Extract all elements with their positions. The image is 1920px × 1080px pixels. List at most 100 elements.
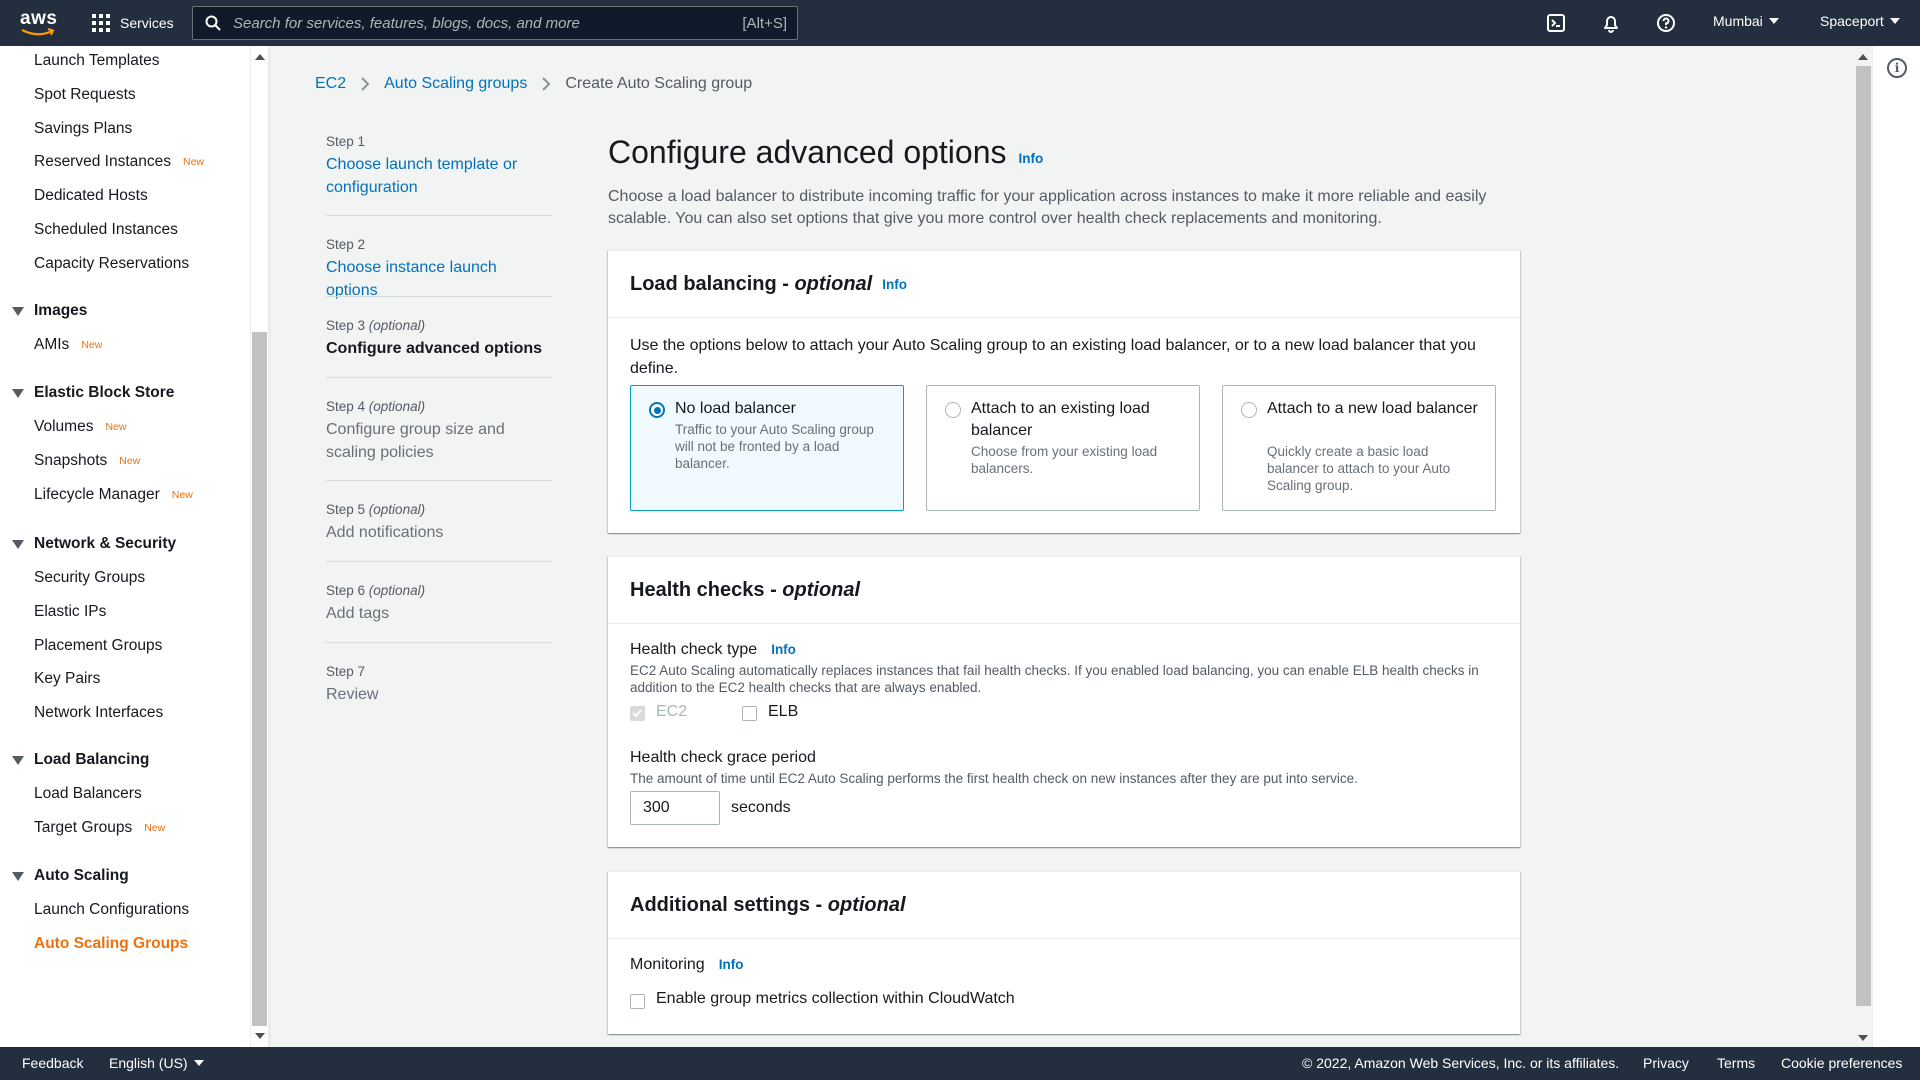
step-title[interactable]: Choose launch template or configuration (326, 153, 552, 199)
sidebar-section-ebs[interactable]: Elastic Block Store (12, 384, 174, 402)
sidebar-item-lifecycle-manager[interactable]: Lifecycle Manager New (34, 486, 193, 504)
grace-period-input[interactable]: 300 (630, 791, 720, 825)
sidebar-item-label: Placement Groups (34, 637, 163, 654)
cloudshell-icon[interactable] (1545, 12, 1567, 34)
breadcrumb-ec2[interactable]: EC2 (315, 75, 346, 93)
scrollbar-thumb[interactable] (1856, 66, 1871, 1006)
sidebar-item-launch-configurations[interactable]: Launch Configurations (34, 901, 189, 919)
sidebar-item-label: AMIs (34, 336, 70, 353)
scroll-up-arrow-icon[interactable] (255, 54, 265, 60)
language-label: English (US) (109, 1055, 188, 1071)
step-title: Configure advanced options (326, 340, 543, 357)
privacy-link[interactable]: Privacy (1643, 1055, 1689, 1071)
panel-title: Load balancing - optional (630, 272, 873, 295)
wizard-step-3: Step 3 (optional) Configure advanced opt… (326, 318, 552, 360)
sidebar-item-security-groups[interactable]: Security Groups (34, 569, 145, 587)
elb-checkbox[interactable] (742, 706, 757, 721)
wizard-step-4: Step 4 (optional) Configure group size a… (326, 399, 552, 464)
sidebar-item-scheduled-instances[interactable]: Scheduled Instances (34, 221, 178, 239)
sidebar-item-label: Spot Requests (34, 86, 136, 103)
feedback-link[interactable]: Feedback (22, 1055, 83, 1071)
radio-button-selected[interactable] (649, 402, 665, 418)
step-divider (326, 561, 552, 562)
breadcrumb-auto-scaling-groups[interactable]: Auto Scaling groups (384, 75, 527, 93)
info-link[interactable]: Info (1019, 151, 1044, 166)
step-title: Configure group size and scaling policie… (326, 421, 505, 461)
help-icon[interactable] (1655, 12, 1677, 34)
sidebar-item-amis[interactable]: AMIs New (34, 336, 102, 354)
step-title: Review (326, 686, 379, 703)
sidebar-item-auto-scaling-groups[interactable]: Auto Scaling Groups (34, 935, 188, 953)
group-metrics-checkbox[interactable] (630, 994, 645, 1009)
info-panel-icon[interactable]: i (1887, 58, 1907, 78)
info-link[interactable]: Info (882, 277, 907, 292)
sidebar-item-dedicated-hosts[interactable]: Dedicated Hosts (34, 187, 148, 205)
sidebar-item-load-balancers[interactable]: Load Balancers (34, 785, 142, 803)
elb-checkbox-label[interactable]: ELB (768, 703, 798, 721)
wizard-step-7: Step 7 Review (326, 664, 552, 706)
scroll-down-arrow-icon[interactable] (1858, 1035, 1868, 1041)
search-placeholder: Search for services, features, blogs, do… (233, 14, 580, 32)
expand-triangle-icon (12, 755, 24, 765)
sidebar-item-target-groups[interactable]: Target Groups New (34, 819, 165, 837)
page-title: Configure advanced options (608, 134, 1007, 170)
scroll-down-arrow-icon[interactable] (255, 1033, 265, 1039)
sidebar-scrollbar[interactable] (250, 46, 268, 1047)
services-menu-button[interactable]: Services (92, 10, 174, 36)
cookie-preferences-link[interactable]: Cookie preferences (1781, 1055, 1902, 1071)
radio-button[interactable] (1241, 402, 1257, 418)
info-link[interactable]: Info (771, 642, 796, 657)
terms-link[interactable]: Terms (1717, 1055, 1755, 1071)
option-new-load-balancer[interactable]: Attach to a new load balancer Quickly cr… (1222, 385, 1496, 511)
global-search-input[interactable]: Search for services, features, blogs, do… (192, 6, 798, 40)
sidebar-item-key-pairs[interactable]: Key Pairs (34, 670, 100, 688)
option-no-load-balancer[interactable]: No load balancer Traffic to your Auto Sc… (630, 385, 904, 511)
sidebar-item-savings-plans[interactable]: Savings Plans (34, 120, 132, 138)
section-title: Elastic Block Store (34, 384, 175, 401)
sidebar-item-label: Snapshots (34, 452, 108, 469)
sidebar-section-load-balancing[interactable]: Load Balancing (12, 751, 149, 769)
sidebar-item-label: Security Groups (34, 569, 146, 586)
sidebar-divider[interactable] (268, 46, 271, 1047)
radio-button[interactable] (945, 402, 961, 418)
region-label: Mumbai (1713, 13, 1763, 29)
scroll-up-arrow-icon[interactable] (1858, 54, 1868, 60)
copyright-text: © 2022, Amazon Web Services, Inc. or its… (1302, 1055, 1620, 1071)
sidebar-item-capacity-reservations[interactable]: Capacity Reservations (34, 255, 189, 273)
option-description: Choose from your existing load balancers… (971, 444, 1158, 476)
sidebar-item-elastic-ips[interactable]: Elastic IPs (34, 603, 106, 621)
notifications-bell-icon[interactable] (1600, 12, 1622, 34)
step-label: Step 1 (326, 134, 366, 149)
sidebar-item-label: Lifecycle Manager (34, 486, 160, 503)
step-label: Step 2 (326, 237, 366, 252)
info-link[interactable]: Info (719, 957, 744, 972)
caret-down-icon (1768, 18, 1779, 24)
scrollbar-thumb[interactable] (252, 332, 267, 1026)
step-label: Step 5 (optional) (326, 502, 426, 517)
wizard-step-6: Step 6 (optional) Add tags (326, 583, 552, 625)
sidebar-section-images[interactable]: Images (12, 302, 87, 320)
panel-title: Additional settings - optional (630, 893, 906, 916)
expand-triangle-icon (12, 871, 24, 881)
aws-logo[interactable]: aws (20, 8, 57, 38)
account-menu[interactable]: Spaceport (1820, 13, 1900, 29)
language-selector[interactable]: English (US) (109, 1055, 204, 1071)
sidebar-item-network-interfaces[interactable]: Network Interfaces (34, 704, 163, 722)
sidebar-item-launch-templates[interactable]: Launch Templates (34, 52, 160, 70)
sidebar-item-volumes[interactable]: Volumes New (34, 418, 126, 436)
region-selector[interactable]: Mumbai (1713, 13, 1779, 29)
panel-title: Health checks - optional (630, 578, 861, 601)
sidebar-item-reserved-instances[interactable]: Reserved Instances New (34, 153, 204, 171)
sidebar-item-spot-requests[interactable]: Spot Requests (34, 86, 136, 104)
side-navigation: Launch Templates Spot Requests Savings P… (0, 46, 250, 1047)
sidebar-item-placement-groups[interactable]: Placement Groups (34, 637, 162, 655)
sidebar-item-label: Load Balancers (34, 785, 142, 802)
sidebar-item-snapshots[interactable]: Snapshots New (34, 452, 140, 470)
sidebar-section-network-security[interactable]: Network & Security (12, 535, 176, 553)
option-title: Attach to a new load balancer (1267, 400, 1478, 417)
group-metrics-checkbox-label[interactable]: Enable group metrics collection within C… (656, 990, 1015, 1008)
sidebar-item-label: Volumes (34, 418, 94, 435)
option-existing-load-balancer[interactable]: Attach to an existing load balancer Choo… (926, 385, 1200, 511)
sidebar-section-auto-scaling[interactable]: Auto Scaling (12, 867, 129, 885)
main-scrollbar[interactable] (1854, 46, 1872, 1047)
